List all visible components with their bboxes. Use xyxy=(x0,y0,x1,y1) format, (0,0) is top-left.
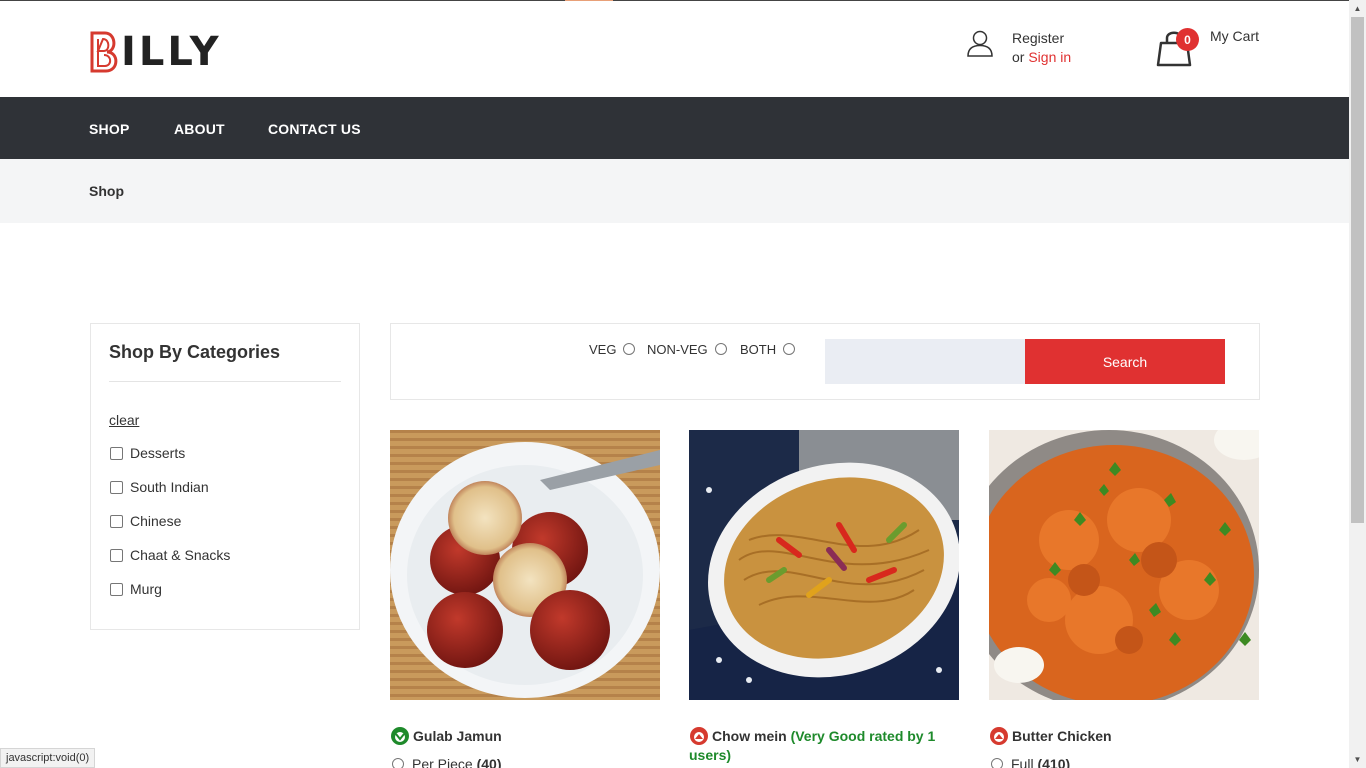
product-title: Chow mein (Very Good rated by 1 users) xyxy=(689,726,959,765)
breadcrumb: Shop xyxy=(0,159,1349,223)
checkbox[interactable] xyxy=(110,480,123,494)
checkbox[interactable] xyxy=(110,446,123,460)
checkbox[interactable] xyxy=(110,582,123,596)
or-label: or xyxy=(1012,49,1029,65)
filter-non-veg[interactable]: NON-VEG xyxy=(647,342,727,357)
filter-bar: VEG NON-VEG BOTH Search xyxy=(390,323,1260,400)
scroll-up-arrow-icon[interactable]: ▲ xyxy=(1349,0,1366,17)
clear-filter-link[interactable]: clear xyxy=(109,412,139,428)
product-name[interactable]: Butter Chicken xyxy=(1012,728,1112,744)
search-button[interactable]: Search xyxy=(1025,339,1225,384)
browser-status-bar: javascript:void(0) xyxy=(0,748,96,768)
logo-b-mark-icon xyxy=(90,31,118,73)
nav-item-shop[interactable]: SHOP xyxy=(89,121,129,137)
product-title: Butter Chicken xyxy=(989,726,1259,746)
product-card[interactable]: Chow mein (Very Good rated by 1 users) xyxy=(689,430,960,763)
category-chaat-snacks[interactable]: Chaat & Snacks xyxy=(110,547,230,563)
butter-chicken-image[interactable] xyxy=(959,420,1274,710)
user-icon[interactable] xyxy=(966,29,994,57)
logo[interactable]: ILLY xyxy=(89,31,222,73)
category-desserts[interactable]: Desserts xyxy=(110,445,185,461)
product-card[interactable]: Butter Chicken Full (410) xyxy=(959,420,1274,768)
signin-link[interactable]: Sign in xyxy=(1028,49,1071,65)
scroll-down-arrow-icon[interactable]: ▼ xyxy=(1349,751,1366,768)
scroll-thumb[interactable] xyxy=(1351,17,1364,523)
product-card[interactable]: Gulab Jamun Per Piece (40) xyxy=(390,430,660,768)
category-south-indian[interactable]: South Indian xyxy=(110,479,209,495)
cart-button[interactable]: 0 My Cart xyxy=(1155,28,1259,73)
category-sidebar: Shop By Categories clear Desserts South … xyxy=(90,323,360,630)
product-title: Gulab Jamun xyxy=(390,726,660,746)
search-input[interactable] xyxy=(825,339,1025,384)
cart-count-badge: 0 xyxy=(1176,28,1199,51)
page-scrollbar[interactable]: ▲ ▼ xyxy=(1349,0,1366,768)
register-link[interactable]: Register xyxy=(1012,29,1071,48)
logo-text: ILLY xyxy=(121,29,222,75)
nav-item-about[interactable]: ABOUT xyxy=(174,121,225,137)
category-chinese[interactable]: Chinese xyxy=(110,513,181,529)
variant-option[interactable]: Full (410) xyxy=(991,756,1070,768)
radio-button[interactable] xyxy=(623,342,636,355)
veg-badge-icon xyxy=(391,727,409,745)
product-name[interactable]: Chow mein xyxy=(712,728,787,744)
filter-both[interactable]: BOTH xyxy=(740,342,796,357)
radio-button[interactable] xyxy=(783,342,796,355)
checkbox[interactable] xyxy=(110,548,123,562)
filter-veg[interactable]: VEG xyxy=(589,342,636,357)
sidebar-title: Shop By Categories xyxy=(109,342,281,362)
breadcrumb-current: Shop xyxy=(89,183,124,199)
site-header: ILLY Register or Sign in 0 My Cart xyxy=(0,1,1349,97)
main-nav: SHOP ABOUT CONTACT US xyxy=(0,97,1349,159)
non-veg-badge-icon xyxy=(690,727,708,745)
sidebar-divider xyxy=(109,381,341,382)
variant-option[interactable]: Per Piece (40) xyxy=(392,756,502,768)
product-name[interactable]: Gulab Jamun xyxy=(413,728,502,744)
cart-label[interactable]: My Cart xyxy=(1210,28,1259,44)
checkbox[interactable] xyxy=(110,514,123,528)
radio-button[interactable] xyxy=(991,758,1003,768)
nav-item-contact[interactable]: CONTACT US xyxy=(268,121,361,137)
account-menu: Register or Sign in xyxy=(966,29,1071,67)
radio-button[interactable] xyxy=(392,758,404,768)
non-veg-badge-icon xyxy=(990,727,1008,745)
gulab-jamun-image[interactable] xyxy=(390,430,660,700)
category-murg[interactable]: Murg xyxy=(110,581,162,597)
chow-mein-image[interactable] xyxy=(689,430,960,700)
radio-button[interactable] xyxy=(714,342,727,355)
